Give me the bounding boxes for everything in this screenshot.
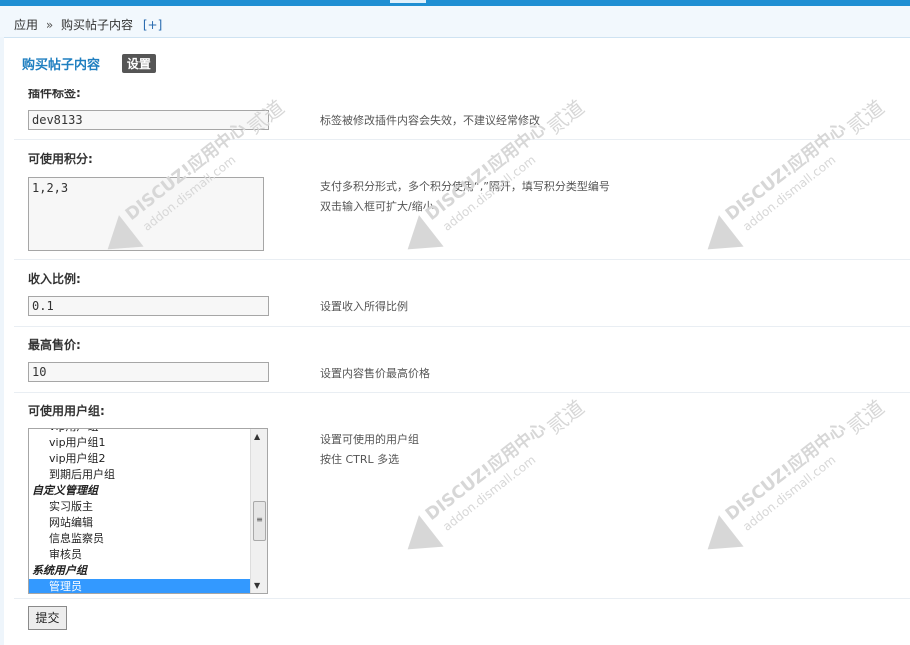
breadcrumb-separator: » <box>45 18 54 32</box>
page-header: 购买帖子内容 设置 <box>22 54 156 74</box>
user-group-option[interactable]: 管理员 <box>29 579 250 593</box>
watermark-text: DISCUZ!应用中心 <box>421 418 550 525</box>
ratio-input[interactable]: 0.1 <box>28 296 269 316</box>
credits-textarea[interactable]: 1,2,3 <box>28 177 264 251</box>
user-group-option[interactable]: 网站编辑 <box>29 515 250 531</box>
ratio-tip: 设置收入所得比例 <box>320 300 408 313</box>
breadcrumb-current: 购买帖子内容 <box>61 18 134 32</box>
ratio-label: 收入比例: <box>28 272 81 286</box>
user-group-option[interactable]: vip用户组2 <box>29 451 250 467</box>
breadcrumb-bar: 应用 » 购买帖子内容 [+] <box>0 6 910 38</box>
watermark-arrow-icon <box>407 215 444 250</box>
watermark-text: addon.dismall.com <box>740 153 838 234</box>
watermark-text: 贰道 <box>543 95 589 139</box>
scrollbar-thumb[interactable]: ≡ <box>253 501 266 541</box>
max-price-input[interactable]: 10 <box>28 362 269 382</box>
watermark-text: DISCUZ!应用中心 <box>721 118 850 225</box>
tag-input[interactable]: dev8133 <box>28 110 269 130</box>
user-group-option[interactable]: 信息监察员 <box>29 531 250 547</box>
divider <box>14 598 910 599</box>
breadcrumb: 应用 » 购买帖子内容 [+] <box>14 16 162 33</box>
settings-badge[interactable]: 设置 <box>121 54 156 73</box>
watermark-text: DISCUZ!应用中心 <box>721 418 850 525</box>
groups-tip-ctrl: 按住 CTRL 多选 <box>320 453 400 466</box>
credits-label: 可使用积分: <box>28 152 93 166</box>
left-edge-strip <box>0 37 4 645</box>
submit-button[interactable]: 提交 <box>28 606 67 630</box>
option-group-heading: 系统用户组 <box>32 564 87 577</box>
divider <box>14 139 910 140</box>
breadcrumb-root-link[interactable]: 应用 <box>14 18 38 32</box>
watermark-text: addon.dismall.com <box>740 453 838 534</box>
user-group-option[interactable]: vip用户组1 <box>29 435 250 451</box>
user-group-select[interactable]: vip用户组vip用户组1vip用户组2到期后用户组自定义管理组实习版主网站编辑… <box>28 428 268 594</box>
groups-tip: 设置可使用的用户组 <box>320 433 419 446</box>
credits-tip: 支付多积分形式，多个积分使用“,”隔开，填写积分类型编号 <box>320 180 610 193</box>
scroll-up-icon[interactable]: ▲ <box>254 432 260 441</box>
discuz-watermark: DISCUZ!应用中心addon.dismall.com贰道 <box>707 95 889 250</box>
watermark-arrow-icon <box>707 515 744 550</box>
divider <box>14 392 910 393</box>
discuz-watermark: DISCUZ!应用中心addon.dismall.com贰道 <box>407 95 589 250</box>
groups-label: 可使用用户组: <box>28 404 105 418</box>
watermark-text: 贰道 <box>543 395 589 439</box>
option-group-heading: 自定义管理组 <box>32 484 98 497</box>
watermark-text: DISCUZ!应用中心 <box>421 118 550 225</box>
watermark-arrow-icon <box>707 215 744 250</box>
max-price-tip: 设置内容售价最高价格 <box>320 367 430 380</box>
divider <box>14 259 910 260</box>
scroll-down-icon[interactable]: ▼ <box>254 581 260 590</box>
top-tab-marker <box>390 0 426 3</box>
page-title: 购买帖子内容 <box>22 58 101 73</box>
user-group-option[interactable]: vip用户组 <box>29 429 250 435</box>
credits-tip-resize: 双击输入框可扩大/缩小 <box>320 200 434 213</box>
tag-label: 插件标签: <box>28 86 81 100</box>
watermark-text: 贰道 <box>843 95 889 139</box>
max-price-label: 最高售价: <box>28 338 81 352</box>
user-group-option[interactable]: 实习版主 <box>29 499 250 515</box>
divider <box>14 326 910 327</box>
user-group-option[interactable]: 到期后用户组 <box>29 467 250 483</box>
user-group-option[interactable]: 审核员 <box>29 547 250 563</box>
tag-tip: 标签被修改插件内容会失效，不建议经常修改 <box>320 114 540 127</box>
watermark-text: 贰道 <box>843 395 889 439</box>
add-shortcut-link[interactable]: [+] <box>143 18 162 32</box>
discuz-watermark: DISCUZ!应用中心addon.dismall.com贰道 <box>707 395 889 550</box>
listbox-scrollbar[interactable]: ▲ ≡ ▼ <box>250 429 267 593</box>
watermark-arrow-icon <box>407 515 444 550</box>
user-group-options: vip用户组vip用户组1vip用户组2到期后用户组自定义管理组实习版主网站编辑… <box>29 429 250 593</box>
watermark-text: addon.dismall.com <box>440 453 538 534</box>
